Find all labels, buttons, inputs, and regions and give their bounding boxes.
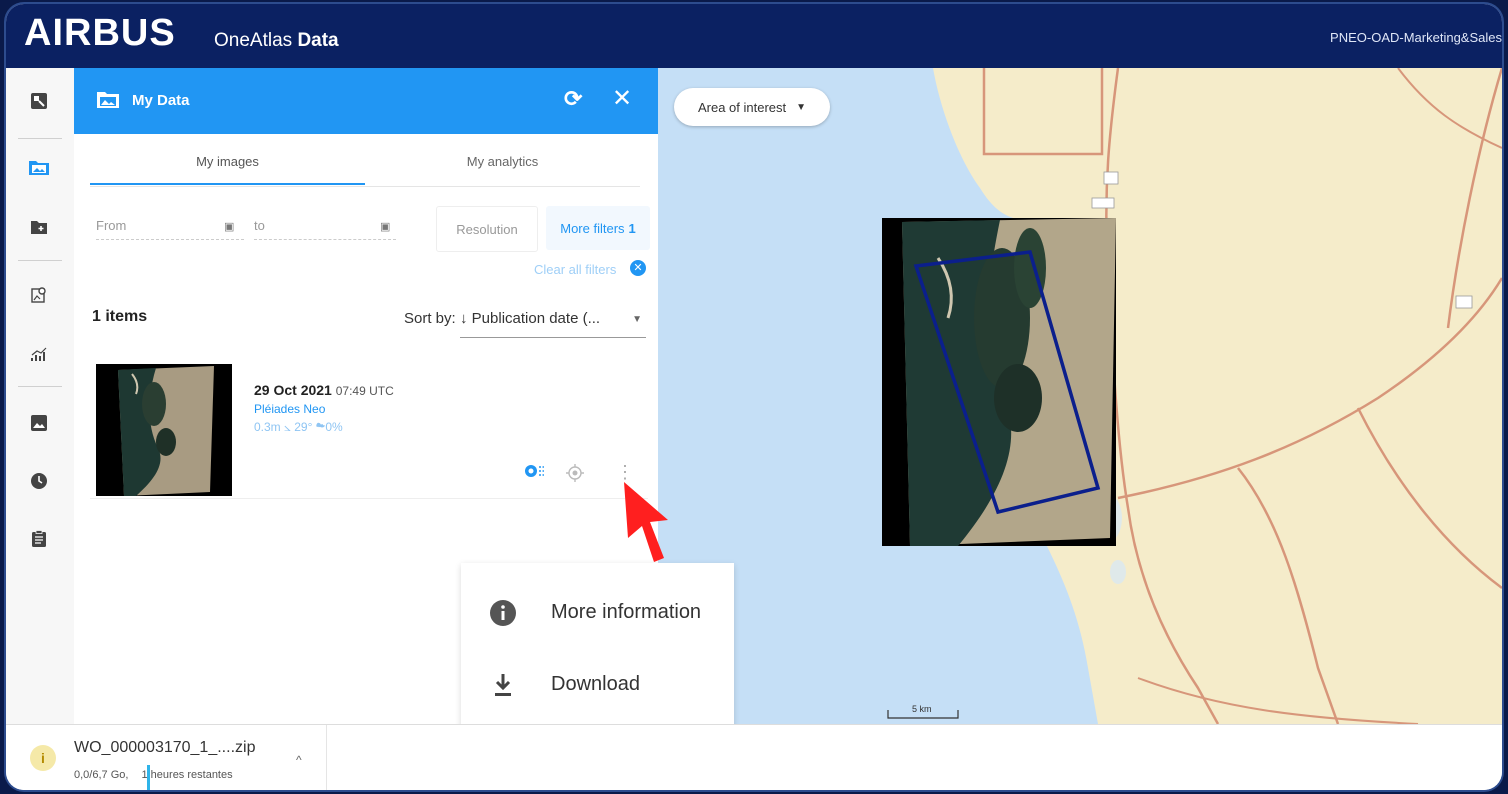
image-icon[interactable] [28, 412, 50, 434]
download-icon [489, 671, 517, 699]
map-view[interactable]: Area of interest ▼ 5 km [658, 68, 1502, 724]
download-size: 0,0/6,7 Go, [74, 769, 129, 781]
menu-item-more-information[interactable]: More information [461, 587, 734, 637]
caret-down-icon: ▼ [632, 314, 642, 325]
app-window: AIRBUS OneAtlas Data PNEO-OAD-Marketing&… [6, 4, 1502, 790]
from-underline [96, 238, 244, 240]
folder-image-icon [96, 88, 120, 110]
aoi-label: Area of interest [697, 99, 787, 115]
tab-my-images[interactable]: My images [90, 154, 365, 169]
file-warning-icon: i [30, 745, 56, 771]
rail-divider [18, 138, 62, 139]
items-count: 1 items [92, 308, 148, 325]
chevron-up-icon[interactable]: ^ [296, 753, 302, 767]
close-icon[interactable]: ✕ [612, 84, 632, 113]
calendar-icon[interactable]: ▣ [224, 220, 234, 233]
resolution-filter[interactable]: Resolution [436, 206, 538, 252]
progress-cursor [147, 765, 150, 790]
to-date-input[interactable]: to [254, 218, 265, 233]
area-of-interest-dropdown[interactable]: Area of interest ▼ [674, 88, 830, 126]
product-name: OneAtlas Data [214, 30, 339, 52]
menu-item-download[interactable]: Download [461, 659, 734, 709]
caret-down-icon: ▼ [796, 101, 807, 113]
time-value: 07:49 UTC [335, 384, 394, 398]
tab-my-analytics[interactable]: My analytics [365, 154, 640, 169]
locate-target-icon[interactable] [566, 464, 584, 487]
image-search-icon[interactable] [28, 284, 50, 306]
download-bar: i WO_000003170_1_....zip 0,0/6,7 Go, 1 h… [6, 724, 1502, 790]
menu-label: Download [551, 673, 640, 695]
panel-title: My Data [132, 92, 190, 109]
active-tab-indicator [90, 183, 365, 185]
rail-divider [18, 386, 62, 387]
image-card[interactable]: 29 Oct 2021 07:49 UTC Pléiades Neo 0.3m … [90, 358, 648, 499]
product-bold: Data [297, 30, 339, 51]
analytics-chart-icon[interactable] [28, 344, 50, 366]
map-scale: 5 km [912, 704, 932, 714]
layers-toggle-icon[interactable] [524, 464, 546, 483]
menu-label: More information [551, 601, 702, 623]
nav-rail [6, 68, 75, 724]
panel-header: My Data ⟳ ✕ [74, 68, 658, 134]
clear-filters-link[interactable]: Clear all filters [534, 262, 616, 277]
image-metadata: 0.3m ⦣ 29° ☁0% [254, 420, 343, 434]
to-underline [254, 238, 396, 240]
info-icon [489, 599, 517, 627]
acquisition-date: 29 Oct 2021 07:49 UTC [254, 382, 394, 398]
dashboard-icon[interactable] [28, 90, 50, 112]
panel-tabs: My images My analytics [90, 134, 640, 187]
from-date-input[interactable]: From [96, 218, 126, 233]
sort-dropdown[interactable]: ↓ Publication date (... ▼ [460, 310, 646, 338]
history-clock-icon[interactable] [28, 470, 50, 492]
clear-filters-icon[interactable]: ✕ [630, 260, 646, 276]
more-filters-count: 1 [628, 220, 636, 236]
add-folder-icon[interactable] [28, 216, 50, 238]
my-data-icon[interactable] [28, 156, 50, 178]
rail-divider [18, 260, 62, 261]
calendar-icon[interactable]: ▣ [380, 220, 390, 233]
context-menu: More information Download [461, 563, 734, 729]
top-bar: AIRBUS OneAtlas Data PNEO-OAD-Marketing&… [6, 4, 1502, 68]
download-eta: 1 heures restantes [141, 769, 233, 781]
user-account[interactable]: PNEO-OAD-Marketing&Sales [1330, 30, 1502, 45]
airbus-logo[interactable]: AIRBUS [24, 12, 176, 55]
more-filters-button[interactable]: More filters 1 [546, 206, 650, 250]
refresh-icon[interactable]: ⟳ [564, 86, 582, 112]
product-prefix: OneAtlas [214, 30, 298, 51]
date-value: 29 Oct 2021 [254, 382, 332, 398]
download-item[interactable]: i WO_000003170_1_....zip 0,0/6,7 Go, 1 h… [6, 725, 327, 790]
annotation-arrow [624, 482, 668, 562]
sensor-name[interactable]: Pléiades Neo [254, 402, 325, 416]
sort-label: Sort by: [404, 310, 456, 327]
image-thumbnail[interactable] [96, 364, 232, 496]
clipboard-icon[interactable] [28, 528, 50, 550]
download-file-name: WO_000003170_1_....zip [74, 739, 256, 756]
basemap [658, 68, 1502, 724]
more-filters-label: More filters [560, 220, 625, 236]
download-progress: 0,0/6,7 Go, 1 heures restantes [74, 769, 233, 781]
sort-value: ↓ Publication date (... [460, 310, 601, 327]
